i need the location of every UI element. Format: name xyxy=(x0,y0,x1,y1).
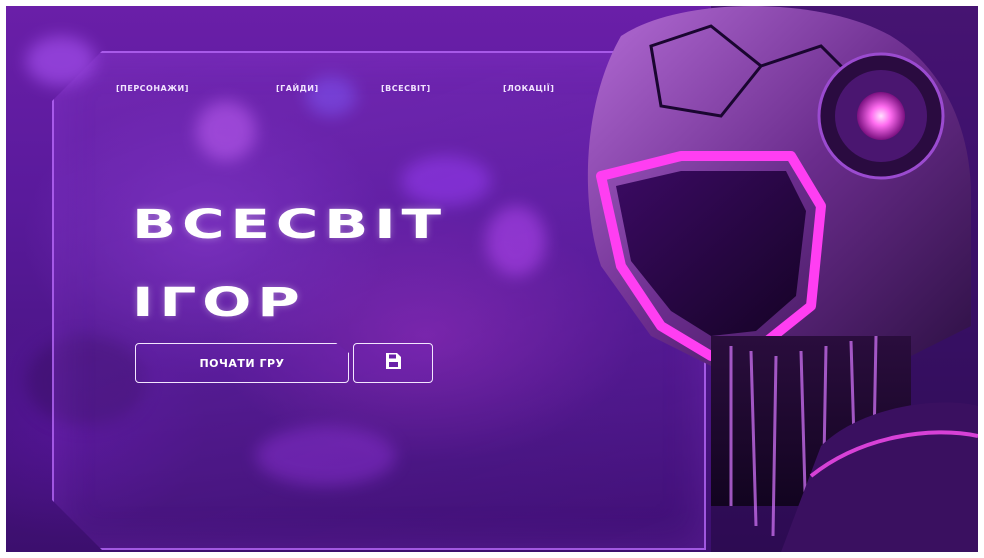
save-game-button[interactable] xyxy=(353,343,433,383)
nav-item-locations[interactable]: [ЛОКАЦІЇ] xyxy=(503,84,554,93)
start-game-button[interactable]: ПОЧАТИ ГРУ xyxy=(135,343,349,383)
start-game-label: ПОЧАТИ ГРУ xyxy=(199,356,285,370)
hero-screen: [ПЕРСОНАЖИ] [ГАЙДИ] [ВСЕСВІТ] [ЛОКАЦІЇ] … xyxy=(6,6,978,552)
robot-illustration xyxy=(587,6,978,552)
top-nav: [ПЕРСОНАЖИ] [ГАЙДИ] [ВСЕСВІТ] [ЛОКАЦІЇ] xyxy=(116,84,576,98)
hero-title-line2: ІГОР xyxy=(132,280,306,326)
nav-item-universe[interactable]: [ВСЕСВІТ] xyxy=(381,84,431,93)
nav-item-guides[interactable]: [ГАЙДИ] xyxy=(276,84,319,93)
floppy-disk-icon xyxy=(384,352,402,374)
hero-title-line1: ВСЕСВІТ xyxy=(132,202,447,248)
nav-item-characters[interactable]: [ПЕРСОНАЖИ] xyxy=(116,84,189,93)
